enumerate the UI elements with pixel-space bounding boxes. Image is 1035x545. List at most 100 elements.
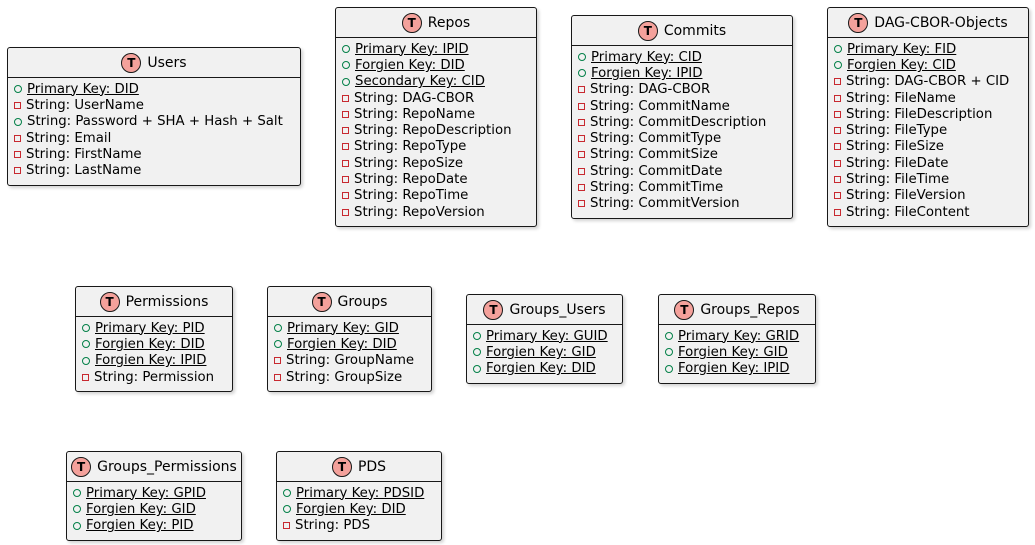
field-row: Primary Key: PID — [82, 320, 226, 336]
entity-fields: Primary Key: GRID Forgien Key: GID Forgien… — [659, 325, 815, 379]
attribute-field-text: String: DAG-CBOR — [590, 82, 711, 98]
private-visibility-icon — [342, 94, 349, 102]
private-visibility-icon — [578, 184, 585, 192]
private-visibility-icon — [834, 159, 841, 167]
field-row: Forgien Key: DID — [82, 336, 226, 352]
public-visibility-icon — [342, 77, 350, 86]
entity-header: T Groups_Permissions — [67, 452, 241, 482]
attribute-field-text: String: CommitVersion — [590, 196, 740, 212]
public-visibility-icon — [578, 53, 586, 62]
entity-header: T Groups_Users — [467, 295, 622, 325]
public-visibility-icon — [14, 85, 22, 94]
public-visibility-icon — [82, 324, 90, 333]
private-visibility-icon — [342, 176, 349, 184]
field-row: String: FileContent — [834, 204, 1022, 220]
field-row: String: GroupSize — [274, 369, 425, 385]
private-visibility-icon — [834, 192, 841, 200]
entity-fields: Primary Key: PID Forgien Key: DID Forgien … — [76, 317, 232, 387]
field-row: Primary Key: PDSID — [283, 485, 435, 501]
key-field-text: Primary Key: GRID — [678, 328, 800, 344]
attribute-field-text: String: FileVersion — [846, 188, 966, 204]
table-type-icon: T — [311, 291, 332, 312]
entity-fields: Primary Key: GPID Forgien Key: GID Forgien… — [67, 482, 241, 536]
key-field-text: Forgien Key: IPID — [678, 361, 790, 377]
entity-users: T Users Primary Key: DID String: UserName St… — [7, 47, 301, 186]
field-row: String: RepoVersion — [342, 204, 530, 220]
entity-dagcbor: T DAG-CBOR-Objects Primary Key: FID Forgien… — [827, 7, 1029, 227]
key-field-text: Primary Key: GID — [287, 320, 399, 336]
field-row: Primary Key: FID — [834, 41, 1022, 57]
key-field-text: Secondary Key: CID — [355, 74, 485, 90]
entity-groups-repos: T Groups_Repos Primary Key: GRID Forgien Ke… — [658, 294, 816, 384]
key-field-text: Forgien Key: CID — [847, 57, 956, 73]
entity-header: T PDS — [277, 452, 441, 482]
attribute-field-text: String: RepoName — [354, 106, 476, 122]
public-visibility-icon — [665, 332, 673, 341]
field-row: Forgien Key: IPID — [665, 361, 809, 377]
private-visibility-icon — [834, 208, 841, 216]
entity-title: Groups — [337, 293, 388, 310]
field-row: String: FileVersion — [834, 188, 1022, 204]
attribute-field-text: String: Email — [26, 130, 112, 146]
private-visibility-icon — [274, 373, 281, 381]
public-visibility-icon — [834, 61, 842, 70]
attribute-field-text: String: CommitDate — [590, 163, 723, 179]
table-type-icon: T — [71, 456, 92, 477]
field-row: Primary Key: GPID — [73, 485, 235, 501]
field-row: String: DAG-CBOR — [342, 90, 530, 106]
private-visibility-icon — [283, 522, 290, 530]
public-visibility-icon — [82, 356, 90, 365]
entity-title: Groups_Users — [509, 301, 606, 318]
field-row: String: FileType — [834, 122, 1022, 138]
table-type-icon: T — [121, 52, 142, 73]
entity-header: T Users — [8, 48, 300, 78]
field-row: String: CommitName — [578, 98, 786, 114]
public-visibility-icon — [473, 348, 481, 357]
field-row: Forgien Key: IPID — [578, 65, 786, 81]
attribute-field-text: String: FileName — [846, 90, 956, 106]
entity-title: Users — [147, 54, 187, 71]
private-visibility-icon — [578, 167, 585, 175]
field-row: Forgien Key: DID — [342, 57, 530, 73]
attribute-field-text: String: RepoSize — [354, 155, 464, 171]
attribute-field-text: String: Permission — [94, 369, 215, 385]
attribute-field-text: String: FileDate — [846, 155, 949, 171]
field-row: Secondary Key: CID — [342, 74, 530, 90]
public-visibility-icon — [82, 340, 90, 349]
entity-title: Groups_Repos — [700, 301, 800, 318]
public-visibility-icon — [73, 505, 81, 514]
attribute-field-text: String: FileSize — [846, 139, 944, 155]
field-row: Forgien Key: CID — [834, 57, 1022, 73]
field-row: String: RepoDate — [342, 171, 530, 187]
private-visibility-icon — [14, 134, 21, 142]
key-field-text: Forgien Key: GID — [678, 344, 788, 360]
field-row: Primary Key: DID — [14, 81, 294, 97]
field-row: String: RepoSize — [342, 155, 530, 171]
field-row: String: Password + SHA + Hash + Salt — [14, 114, 294, 130]
entity-fields: Primary Key: CID Forgien Key: IPID String:… — [572, 46, 792, 214]
field-row: String: GroupName — [274, 353, 425, 369]
field-row: Forgien Key: DID — [274, 336, 425, 352]
attribute-field-text: String: FileTime — [846, 172, 950, 188]
attribute-field-text: String: CommitSize — [590, 147, 718, 163]
attribute-field-text: String: GroupSize — [286, 369, 403, 385]
key-field-text: Forgien Key: IPID — [591, 65, 703, 81]
public-visibility-icon — [578, 69, 586, 78]
key-field-text: Forgien Key: DID — [486, 361, 596, 377]
entity-fields: Primary Key: GUID Forgien Key: GID Forgien… — [467, 325, 622, 379]
public-visibility-icon — [73, 521, 81, 530]
field-row: String: UserName — [14, 97, 294, 113]
field-row: String: Email — [14, 130, 294, 146]
field-row: String: RepoTime — [342, 188, 530, 204]
field-row: String: CommitSize — [578, 147, 786, 163]
private-visibility-icon — [274, 357, 281, 365]
private-visibility-icon — [578, 200, 585, 208]
public-visibility-icon — [665, 364, 673, 373]
field-row: String: RepoDescription — [342, 122, 530, 138]
key-field-text: Forgien Key: DID — [355, 57, 465, 73]
entity-groups-permissions: T Groups_Permissions Primary Key: GPID Forg… — [66, 451, 242, 541]
key-field-text: Forgien Key: PID — [86, 518, 194, 534]
entity-title: DAG-CBOR-Objects — [874, 14, 1008, 31]
key-field-text: Primary Key: IPID — [355, 41, 469, 57]
entity-groups: T Groups Primary Key: GID Forgien Key: DID S… — [267, 286, 432, 392]
